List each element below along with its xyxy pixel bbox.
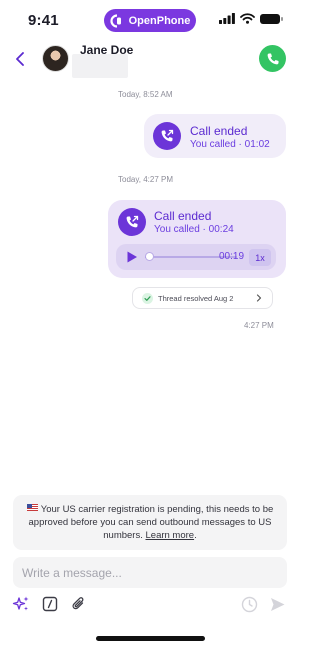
wifi-icon [240,13,255,24]
message-input[interactable] [13,557,287,588]
chevron-right-icon [256,294,262,302]
openphone-logo-icon [110,13,121,28]
timestamp-1: Today, 8:52 AM [118,90,173,99]
thread-status: Thread resolved Aug 2 [158,294,234,303]
ai-assist-button[interactable] [12,595,30,613]
check-icon [142,293,153,304]
timestamp-2: Today, 4:27 PM [118,175,173,184]
us-flag-icon [26,504,38,511]
call-1-title: Call ended [190,124,248,138]
call-button[interactable] [259,45,286,72]
audio-scrubber[interactable] [144,252,154,261]
thread-resolved-chip[interactable]: Thread resolved Aug 2 [132,287,273,309]
call-1-subtitle: You called · 01:02 [190,139,270,150]
learn-more-link[interactable]: Learn more [146,530,195,541]
avatar[interactable] [42,45,69,72]
attach-button[interactable] [70,595,88,613]
status-bar: 9:41 OpenPhone [0,0,299,40]
back-button[interactable] [10,48,30,70]
status-time: 9:41 [28,12,59,29]
snippets-button[interactable] [41,595,59,613]
send-button[interactable] [268,595,286,613]
sparkles-icon [12,596,29,611]
schedule-button[interactable] [240,595,258,613]
playback-speed-button[interactable]: 1x [249,249,271,266]
slash-command-icon [42,596,58,612]
outgoing-call-icon [161,129,174,142]
battery-icon [260,13,283,24]
play-icon[interactable] [125,250,139,264]
paperclip-icon [72,597,84,610]
outgoing-call-icon [126,215,139,228]
call-icon-circle-1 [153,122,181,150]
phone-icon [267,53,278,64]
contact-detail-redacted [72,54,128,78]
openphone-pill: OpenPhone [104,9,196,32]
call-bubble-1[interactable]: Call ended You called · 01:02 [144,114,286,158]
conversation-header: Jane Doe [0,40,299,80]
notice-suffix: . [194,530,197,541]
carrier-registration-notice: Your US carrier registration is pending,… [13,495,287,550]
call-2-subtitle: You called · 00:24 [154,224,234,235]
message-time: 4:27 PM [244,321,274,330]
call-icon-circle-2 [118,208,146,236]
signal-icon [219,13,235,24]
home-indicator [96,636,205,641]
status-icons [219,13,283,24]
send-icon [270,597,284,611]
schedule-icon [241,596,257,612]
audio-duration: 00:19 [219,251,245,262]
app-name: OpenPhone [128,14,191,27]
audio-player: 00:19 1x [116,244,276,270]
call-2-title: Call ended [154,209,212,223]
back-icon [16,52,24,66]
